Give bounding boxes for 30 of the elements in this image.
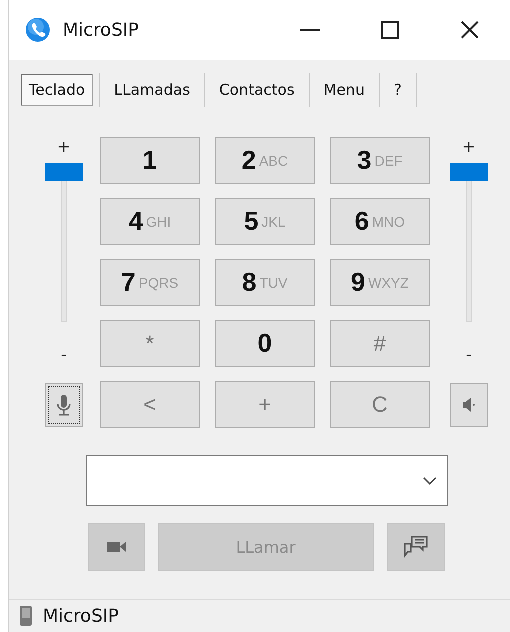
slider-thumb[interactable] [45, 163, 83, 181]
tab[interactable]: Menu [316, 74, 373, 106]
minus-label: - [466, 345, 472, 365]
tab[interactable]: Teclado [21, 74, 94, 106]
message-button[interactable] [387, 523, 445, 571]
dial-key[interactable]: 1 [100, 137, 200, 184]
plus-label: + [462, 137, 476, 157]
microphone-button[interactable] [45, 383, 83, 427]
phone-icon [19, 605, 33, 627]
video-camera-icon [106, 540, 128, 554]
phone-logo-icon [25, 17, 51, 43]
speaker-icon [461, 397, 477, 413]
number-combo-field[interactable] [86, 455, 448, 506]
video-call-button[interactable] [88, 523, 145, 571]
status-text: MicroSIP [43, 606, 120, 626]
speaker-button[interactable] [450, 383, 488, 427]
microphone-icon [56, 393, 72, 417]
window-title: MicroSIP [63, 20, 140, 40]
tab[interactable]: ? [386, 74, 410, 106]
close-icon [461, 21, 479, 39]
minimize-icon [300, 29, 320, 31]
chevron-down-icon [423, 476, 437, 484]
maximize-icon [381, 21, 399, 39]
chat-icon [403, 535, 429, 559]
plus-label: + [57, 137, 71, 157]
slider-thumb[interactable] [450, 163, 488, 181]
tab[interactable]: LLamadas [106, 74, 198, 106]
minus-label: - [61, 345, 67, 365]
dial-key[interactable]: 0 [215, 320, 315, 367]
tab[interactable]: Contactos [211, 74, 303, 106]
